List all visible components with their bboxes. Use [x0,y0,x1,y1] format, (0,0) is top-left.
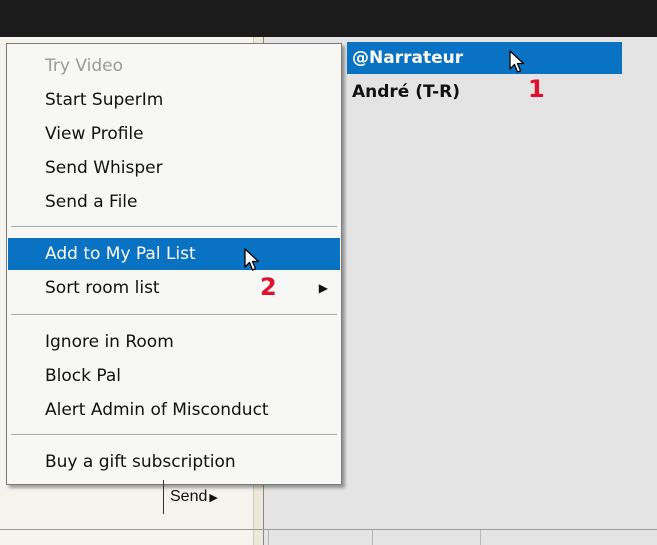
menu-item-send-file[interactable]: Send a File [8,186,340,218]
room-user-name: André (T-R) [352,82,461,102]
top-bar [0,0,657,37]
user-context-menu: Try Video Start SuperIm View Profile Sen… [6,43,342,485]
menu-separator [11,314,337,316]
status-bar-divider [372,530,373,545]
send-button-label: Send [170,488,208,505]
status-bar-divider [480,530,481,545]
menu-item-sort-room-list[interactable]: Sort room list ▶ [8,272,340,304]
menu-item-send-whisper[interactable]: Send Whisper [8,152,340,184]
room-user-row-andre[interactable]: André (T-R) [347,76,622,108]
menu-item-block-pal[interactable]: Block Pal [8,360,340,392]
status-bar-divider [268,530,269,545]
mouse-cursor-icon [508,50,528,80]
submenu-arrow-icon: ▶ [318,281,328,295]
menu-item-view-profile[interactable]: View Profile [8,118,340,150]
send-button[interactable]: Send ▶ [163,480,218,514]
menu-item-buy-gift-subscription[interactable]: Buy a gift subscription [8,446,340,478]
menu-item-label: Sort room list [45,278,160,298]
menu-item-alert-admin[interactable]: Alert Admin of Misconduct [8,394,340,426]
menu-item-start-superim[interactable]: Start SuperIm [8,84,340,116]
room-user-name: @Narrateur [352,48,464,68]
menu-item-try-video[interactable]: Try Video [8,50,340,82]
menu-separator [11,434,337,436]
callout-number-2: 2 [260,273,277,301]
callout-number-1: 1 [528,75,545,103]
menu-item-add-to-pal-list[interactable]: Add to My Pal List [8,238,340,270]
status-bar-border [0,529,657,530]
menu-separator [11,226,337,228]
room-user-row-narrateur[interactable]: @Narrateur [347,42,622,74]
menu-item-ignore-in-room[interactable]: Ignore in Room [8,326,340,358]
triangle-right-icon: ▶ [209,492,218,504]
